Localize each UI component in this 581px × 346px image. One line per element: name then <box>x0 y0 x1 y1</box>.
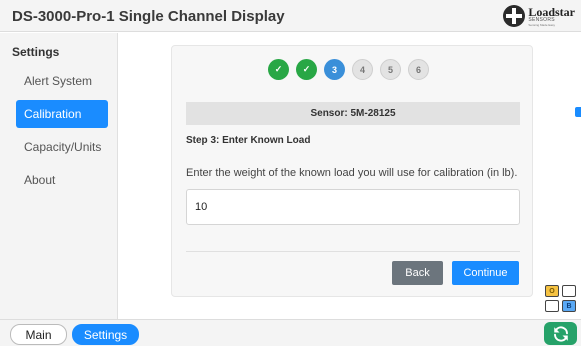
channel-o-box[interactable]: O <box>545 285 559 297</box>
sidebar-item-about[interactable]: About <box>16 166 108 194</box>
step-6-indicator: 6 <box>408 59 429 80</box>
app-title: DS-3000-Pro-1 Single Channel Display <box>12 8 285 25</box>
step-3-indicator[interactable]: 3 <box>324 59 345 80</box>
divider <box>186 251 520 252</box>
step-title: Step 3: Enter Known Load <box>186 135 311 146</box>
channel-box-2[interactable] <box>562 285 576 297</box>
wizard-steps: ✓ ✓ 3 4 5 6 <box>268 59 429 80</box>
channel-b-box[interactable]: B <box>562 300 576 312</box>
step-2-check-icon[interactable]: ✓ <box>296 59 317 80</box>
sensor-banner: Sensor: 5M-28125 <box>186 102 520 125</box>
refresh-button[interactable] <box>544 322 577 345</box>
sidebar-item-capacity-units[interactable]: Capacity/Units <box>16 133 108 161</box>
main-tab-button[interactable]: Main <box>10 324 67 345</box>
edge-checkbox-icon[interactable] <box>575 107 581 117</box>
step-5-indicator: 5 <box>380 59 401 80</box>
logo-sub: SENSORS <box>528 16 555 23</box>
channel-box-3[interactable] <box>545 300 559 312</box>
main-content: ✓ ✓ 3 4 5 6 Sensor: 5M-28125 Step 3: Ent… <box>119 33 581 319</box>
known-load-input[interactable] <box>186 189 520 225</box>
app-header: DS-3000-Pro-1 Single Channel Display Loa… <box>0 0 581 32</box>
step-4-indicator: 4 <box>352 59 373 80</box>
calibration-card: ✓ ✓ 3 4 5 6 Sensor: 5M-28125 Step 3: Ent… <box>171 45 533 297</box>
logo-tagline: Sensing Made Easy <box>528 22 556 27</box>
logo-text: Loadstar SENSORS Sensing Made Easy <box>528 6 575 27</box>
continue-button[interactable]: Continue <box>452 261 519 285</box>
footer-bar: Main Settings <box>0 319 581 346</box>
settings-tab-button[interactable]: Settings <box>72 324 139 345</box>
settings-sidebar: Settings Alert System Calibration Capaci… <box>0 33 118 319</box>
instruction-text: Enter the weight of the known load you w… <box>186 167 518 179</box>
sidebar-item-calibration[interactable]: Calibration <box>16 100 108 128</box>
sidebar-item-alert-system[interactable]: Alert System <box>16 67 108 95</box>
logo-name: Loadstar <box>528 4 575 19</box>
back-button[interactable]: Back <box>392 261 443 285</box>
step-1-check-icon[interactable]: ✓ <box>268 59 289 80</box>
channel-grid: O B <box>545 285 579 313</box>
loadstar-logo: Loadstar SENSORS Sensing Made Easy <box>503 4 575 28</box>
logo-cross-icon <box>503 5 526 27</box>
sidebar-title: Settings <box>12 45 60 59</box>
refresh-icon <box>553 325 568 342</box>
